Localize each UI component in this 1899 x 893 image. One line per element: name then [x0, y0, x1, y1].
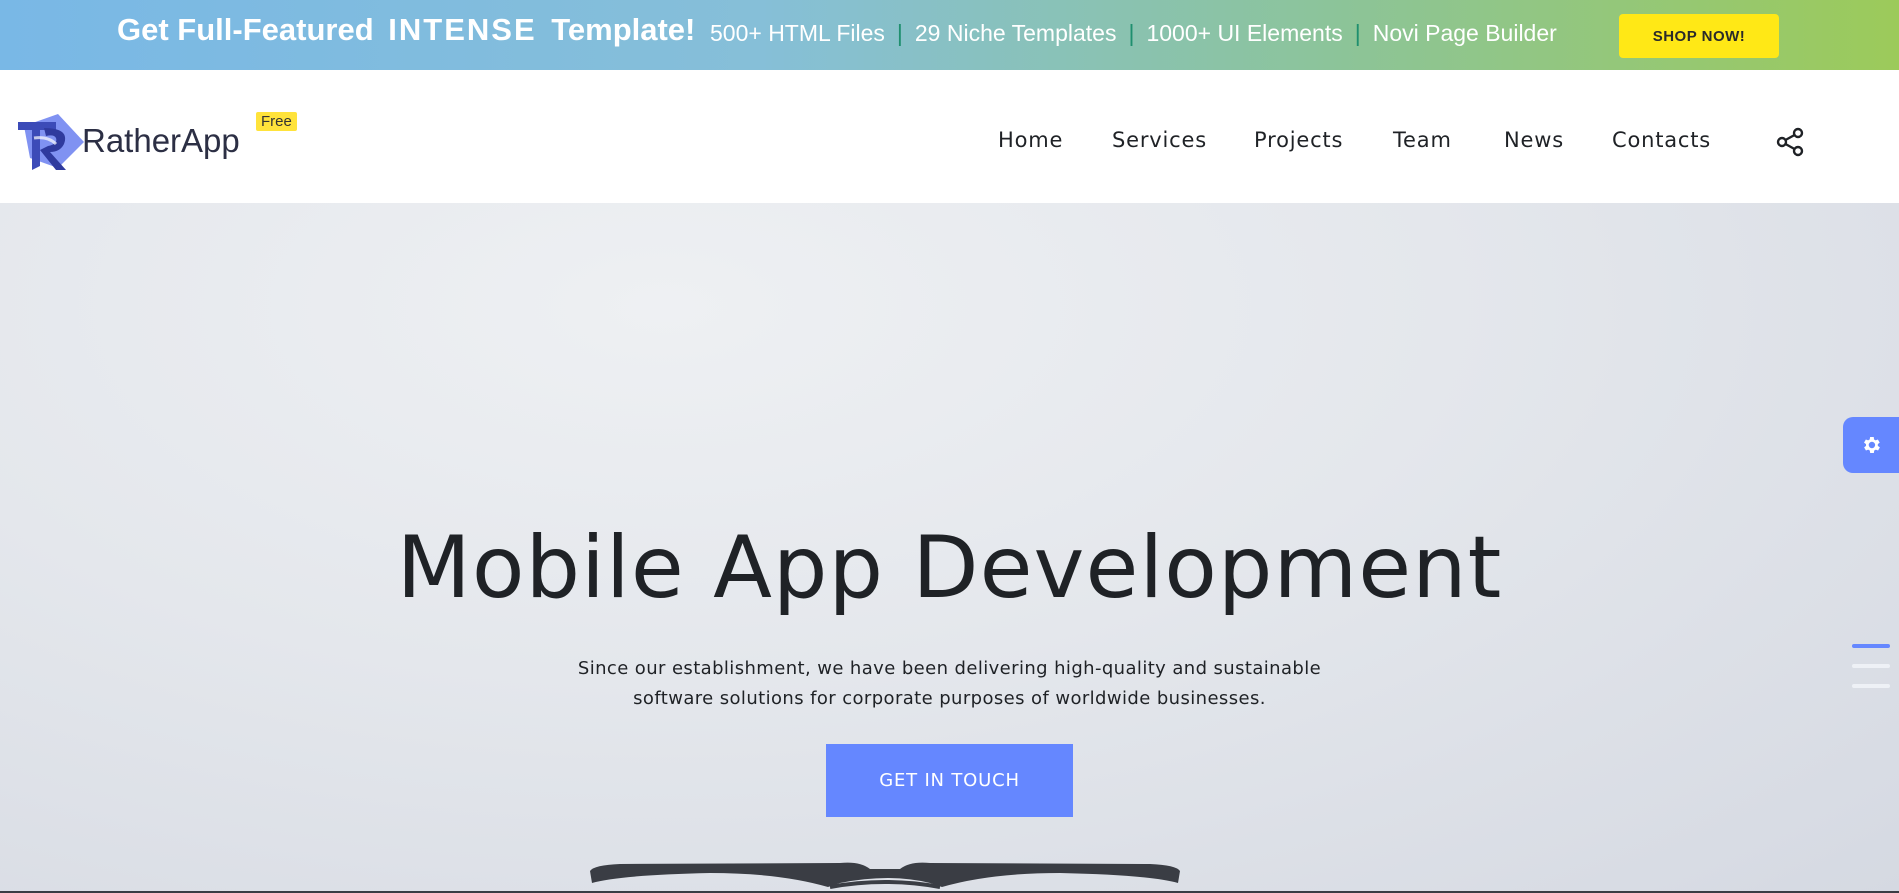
- glasses-image: [590, 862, 1180, 889]
- hero-subtitle-line: Since our establishment, we have been de…: [577, 658, 1322, 679]
- nav-item-team[interactable]: Team: [1393, 128, 1452, 152]
- promo-title-suffix: Template!: [551, 12, 696, 47]
- hero-section: Mobile App Development Since our establi…: [0, 203, 1899, 893]
- settings-toggle[interactable]: [1843, 417, 1899, 473]
- hero-title: Mobile App Development: [396, 518, 1503, 618]
- slide-dot-3[interactable]: [1852, 684, 1890, 688]
- promo-feature: 1000+ UI Elements: [1146, 20, 1343, 46]
- promo-features: 500+ HTML Files | 29 Niche Templates | 1…: [710, 20, 1557, 47]
- share-icon[interactable]: [1775, 127, 1805, 157]
- shop-now-button[interactable]: SHOP NOW!: [1619, 14, 1779, 58]
- promo-separator: |: [1354, 20, 1361, 46]
- promo-title-prefix: Get Full-Featured: [117, 12, 374, 47]
- promo-feature: 500+ HTML Files: [710, 20, 885, 46]
- promo-feature: Novi Page Builder: [1372, 20, 1557, 46]
- hero-subtitle-line: software solutions for corporate purpose…: [633, 688, 1266, 709]
- hero-subtitle: Since our establishment, we have been de…: [500, 654, 1399, 714]
- promo-title-brand: INTENSE: [388, 12, 537, 47]
- nav-item-services[interactable]: Services: [1112, 128, 1207, 152]
- nav-item-news[interactable]: News: [1504, 128, 1564, 152]
- nav-item-contacts[interactable]: Contacts: [1612, 128, 1711, 152]
- main-nav: Home Services Projects Team News Contact…: [0, 70, 1899, 203]
- slide-dot-1[interactable]: [1852, 644, 1890, 648]
- slide-pagination: [1852, 644, 1890, 704]
- promo-separator: |: [1128, 20, 1135, 46]
- gear-icon: [1864, 437, 1880, 453]
- promo-banner: Get Full-Featured INTENSE Template! 500+…: [0, 0, 1899, 70]
- nav-item-projects[interactable]: Projects: [1254, 128, 1343, 152]
- get-in-touch-button[interactable]: GET IN TOUCH: [826, 744, 1073, 817]
- promo-separator: |: [896, 20, 903, 46]
- promo-title: Get Full-Featured INTENSE Template!: [117, 12, 695, 48]
- site-header: RatherApp Free Home Services Projects Te…: [0, 70, 1899, 203]
- promo-feature: 29 Niche Templates: [914, 20, 1117, 46]
- slide-dot-2[interactable]: [1852, 664, 1890, 668]
- nav-item-home[interactable]: Home: [998, 128, 1063, 152]
